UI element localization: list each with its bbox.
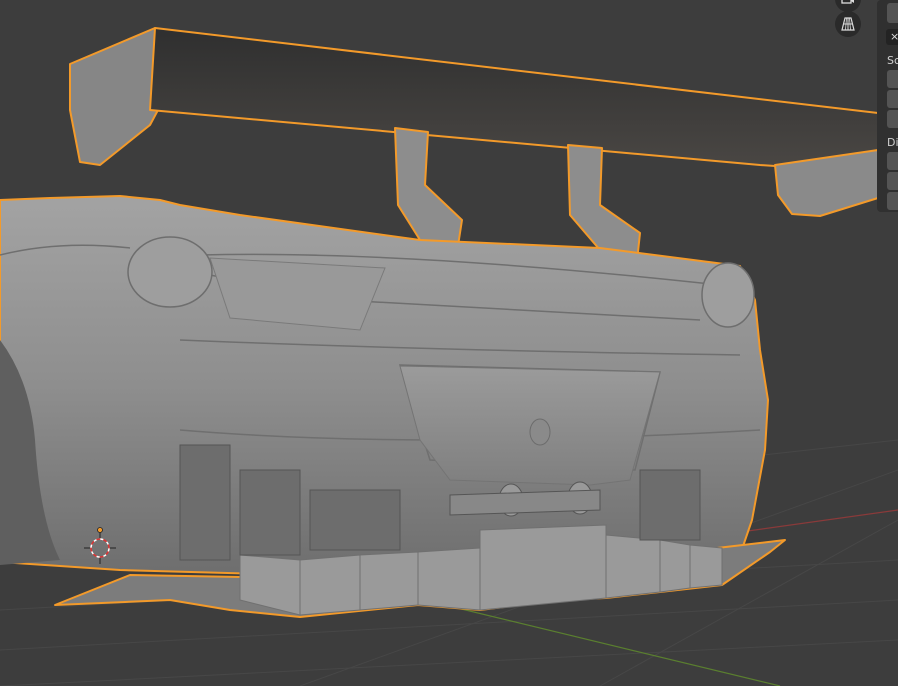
section-scale-label: Sc <box>887 54 898 67</box>
section-dimensions-label: Di <box>887 136 898 149</box>
sidebar-npanel[interactable]: × Sc Di <box>877 0 898 212</box>
property-field[interactable] <box>887 3 898 23</box>
scale-y-field[interactable] <box>887 90 898 108</box>
scene-canvas[interactable] <box>0 0 898 686</box>
left-taillight <box>127 236 213 308</box>
right-taillight <box>701 262 755 328</box>
3d-viewport[interactable]: × Sc Di <box>0 0 898 686</box>
dimension-x-field[interactable] <box>887 152 898 170</box>
object-origin-icon <box>97 527 103 533</box>
dimension-z-field[interactable] <box>887 192 898 210</box>
scale-z-field[interactable] <box>887 110 898 128</box>
perspective-grid-icon[interactable] <box>835 11 861 37</box>
scale-x-field[interactable] <box>887 70 898 88</box>
dimension-y-field[interactable] <box>887 172 898 190</box>
tow-hook <box>529 418 551 446</box>
close-panel-button[interactable]: × <box>886 29 898 45</box>
